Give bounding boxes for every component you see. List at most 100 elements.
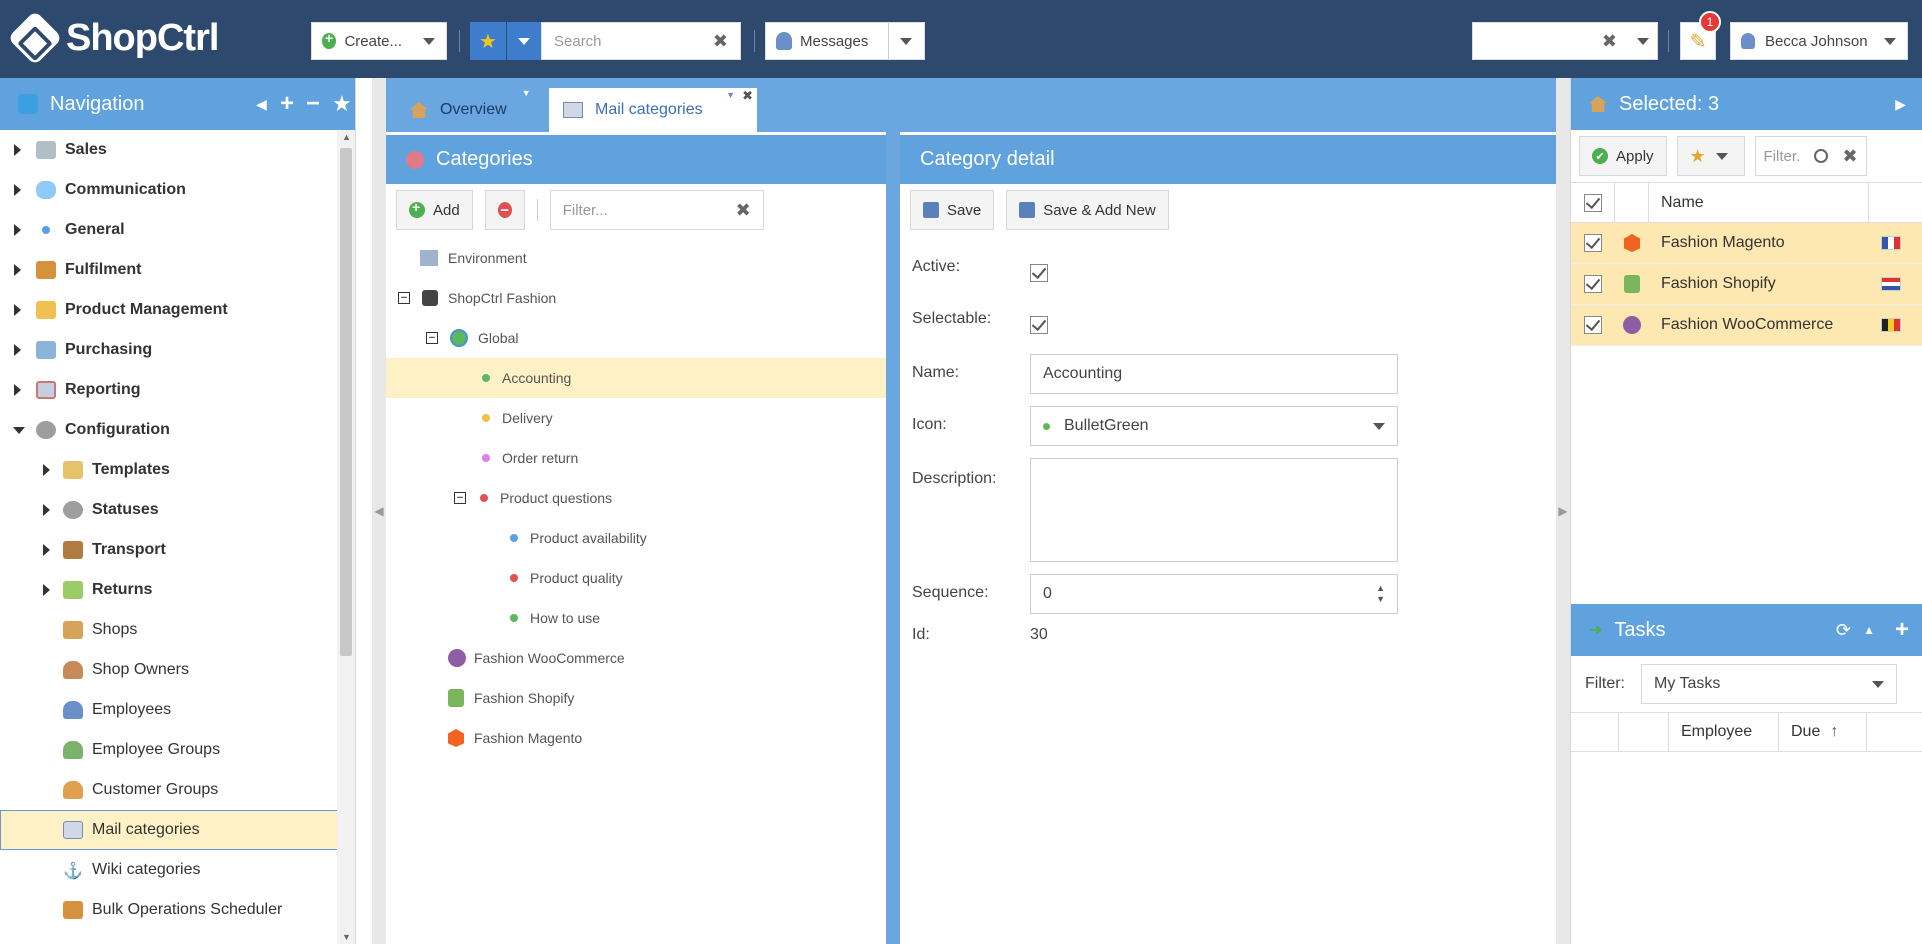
- tab-menu-icon[interactable]: ▼: [726, 90, 735, 100]
- row-checkbox[interactable]: [1584, 234, 1602, 252]
- expand-all-icon[interactable]: +: [280, 90, 294, 118]
- nav-item-purchasing[interactable]: Purchasing: [0, 330, 354, 370]
- nav-item-returns[interactable]: Returns: [0, 570, 354, 610]
- categories-filter-input[interactable]: Filter... ✖: [549, 190, 764, 230]
- nav-item-customer-groups[interactable]: Customer Groups: [0, 770, 354, 810]
- nav-item-mail-categories[interactable]: Mail categories: [0, 810, 354, 850]
- active-checkbox[interactable]: [1030, 264, 1048, 282]
- search-input[interactable]: Search ✖: [541, 22, 741, 60]
- tree-node-fashion-magento[interactable]: Fashion Magento: [448, 718, 582, 758]
- row-checkbox[interactable]: [1584, 275, 1602, 293]
- column-due-header[interactable]: Due ↑: [1779, 713, 1867, 751]
- tree-node-fashion-shopify[interactable]: Fashion Shopify: [448, 678, 574, 718]
- group-icon: [63, 781, 83, 799]
- chevron-down-icon: [518, 37, 530, 45]
- add-button[interactable]: Add: [396, 190, 473, 230]
- notifications-button[interactable]: ✎ 1: [1680, 11, 1721, 60]
- app-logo[interactable]: ShopCtrl: [7, 10, 219, 66]
- tree-node-shopctrl-fashion[interactable]: − ShopCtrl Fashion: [398, 278, 556, 318]
- apply-button[interactable]: ✔ Apply: [1579, 136, 1667, 176]
- sequence-stepper[interactable]: 0 ▲ ▼: [1030, 574, 1398, 614]
- context-select[interactable]: ✖: [1472, 22, 1658, 60]
- nav-item-reporting[interactable]: Reporting: [0, 370, 354, 410]
- tree-node-accounting[interactable]: Accounting: [386, 358, 886, 398]
- save-add-new-button[interactable]: Save & Add New: [1006, 190, 1169, 230]
- favorites-dropdown[interactable]: [507, 22, 541, 60]
- column-name-header[interactable]: Name: [1649, 183, 1869, 222]
- left-splitter[interactable]: ◀: [372, 78, 386, 944]
- tab-menu-icon[interactable]: ▼: [522, 88, 531, 98]
- star-icon: ★: [479, 30, 497, 53]
- nav-item-statuses[interactable]: Statuses: [0, 490, 354, 530]
- collapse-icon[interactable]: −: [426, 332, 438, 344]
- clear-filter-icon[interactable]: ✖: [736, 200, 751, 221]
- nav-item-bulk-operations[interactable]: Bulk Operations Scheduler: [0, 890, 354, 930]
- nav-item-communication[interactable]: Communication: [0, 170, 354, 210]
- column-employee-header[interactable]: Employee: [1669, 713, 1779, 751]
- row-checkbox[interactable]: [1584, 316, 1602, 334]
- tree-node-product-availability[interactable]: Product availability: [510, 518, 647, 558]
- collapse-right-icon[interactable]: ▶: [1895, 96, 1906, 113]
- right-splitter[interactable]: ▶: [1556, 78, 1570, 944]
- selected-row-magento[interactable]: Fashion Magento: [1571, 223, 1922, 264]
- nav-item-fulfilment[interactable]: Fulfilment: [0, 250, 354, 290]
- user-menu[interactable]: Becca Johnson: [1730, 22, 1908, 60]
- icon-select[interactable]: BulletGreen: [1030, 406, 1398, 446]
- favorites-button[interactable]: ★: [470, 22, 506, 60]
- collapse-up-icon[interactable]: ▲: [1863, 623, 1875, 637]
- truck-icon: [63, 541, 83, 559]
- tree-node-how-to-use[interactable]: How to use: [510, 598, 600, 638]
- tree-node-global[interactable]: − Global: [426, 318, 518, 358]
- nav-item-employee-groups[interactable]: Employee Groups: [0, 730, 354, 770]
- name-field[interactable]: Accounting: [1030, 354, 1398, 394]
- nav-item-product-management[interactable]: Product Management: [0, 290, 354, 330]
- description-field[interactable]: [1030, 458, 1398, 562]
- nav-item-employees[interactable]: Employees: [0, 690, 354, 730]
- select-all-checkbox[interactable]: [1583, 193, 1602, 212]
- nav-item-shop-owners[interactable]: Shop Owners: [0, 650, 354, 690]
- tree-node-fashion-woocommerce[interactable]: Fashion WooCommerce: [448, 638, 625, 678]
- tree-node-order-return[interactable]: Order return: [482, 438, 578, 478]
- create-dropdown-arrow[interactable]: [412, 23, 446, 59]
- nav-item-shops[interactable]: Shops: [0, 610, 354, 650]
- collapse-icon[interactable]: −: [398, 292, 410, 304]
- clear-context-icon[interactable]: ✖: [1602, 31, 1617, 52]
- save-button[interactable]: Save: [910, 190, 995, 230]
- tree-node-delivery[interactable]: Delivery: [482, 398, 553, 438]
- favorite-star-icon[interactable]: ★: [332, 91, 352, 117]
- tree-node-product-questions[interactable]: − Product questions: [454, 478, 612, 518]
- badge-filter-button[interactable]: ★: [1676, 136, 1745, 176]
- nav-item-sales[interactable]: Sales: [0, 130, 354, 170]
- add-task-icon[interactable]: +: [1895, 616, 1909, 644]
- selected-filter-input[interactable]: Filter. ✖: [1754, 136, 1867, 176]
- selectable-checkbox[interactable]: [1030, 316, 1048, 334]
- create-button[interactable]: Create...: [311, 22, 447, 60]
- close-tab-icon[interactable]: ✖: [742, 88, 753, 104]
- clear-filter-icon[interactable]: ✖: [1842, 146, 1857, 167]
- remove-button[interactable]: −: [484, 190, 525, 230]
- collapse-all-icon[interactable]: −: [306, 90, 320, 118]
- tab-overview[interactable]: Overview ▼: [396, 88, 531, 132]
- messages-button[interactable]: Messages: [765, 22, 925, 60]
- refresh-icon[interactable]: ⟳: [1836, 620, 1851, 641]
- selected-row-shopify[interactable]: Fashion Shopify: [1571, 264, 1922, 305]
- stepper-arrows-icon[interactable]: ▲ ▼: [1376, 583, 1385, 605]
- chevron-down-icon[interactable]: [1637, 37, 1649, 45]
- nav-item-general[interactable]: General: [0, 210, 354, 250]
- tree-node-product-quality[interactable]: Product quality: [510, 558, 623, 598]
- messages-dropdown[interactable]: [888, 23, 922, 59]
- nav-scrollbar[interactable]: ▲ ▼: [337, 130, 355, 944]
- collapse-icon[interactable]: −: [454, 492, 466, 504]
- tab-mail-categories[interactable]: Mail categories ▼ ✖: [549, 88, 757, 132]
- selected-row-woocommerce[interactable]: Fashion WooCommerce: [1571, 305, 1922, 346]
- main-area: Overview ▼ Mail categories ▼ ✖ Categorie…: [386, 78, 1556, 944]
- tree-node-environment[interactable]: Environment: [420, 238, 527, 278]
- tasks-filter-select[interactable]: My Tasks: [1641, 664, 1897, 704]
- collapse-left-icon[interactable]: ◀: [256, 96, 267, 113]
- nav-item-configuration[interactable]: Configuration: [0, 410, 354, 450]
- search-icon[interactable]: [1814, 149, 1829, 163]
- nav-item-templates[interactable]: Templates: [0, 450, 354, 490]
- nav-item-transport[interactable]: Transport: [0, 530, 354, 570]
- clear-search-icon[interactable]: ✖: [713, 31, 728, 52]
- nav-item-wiki-categories[interactable]: ⚓ Wiki categories: [0, 850, 354, 890]
